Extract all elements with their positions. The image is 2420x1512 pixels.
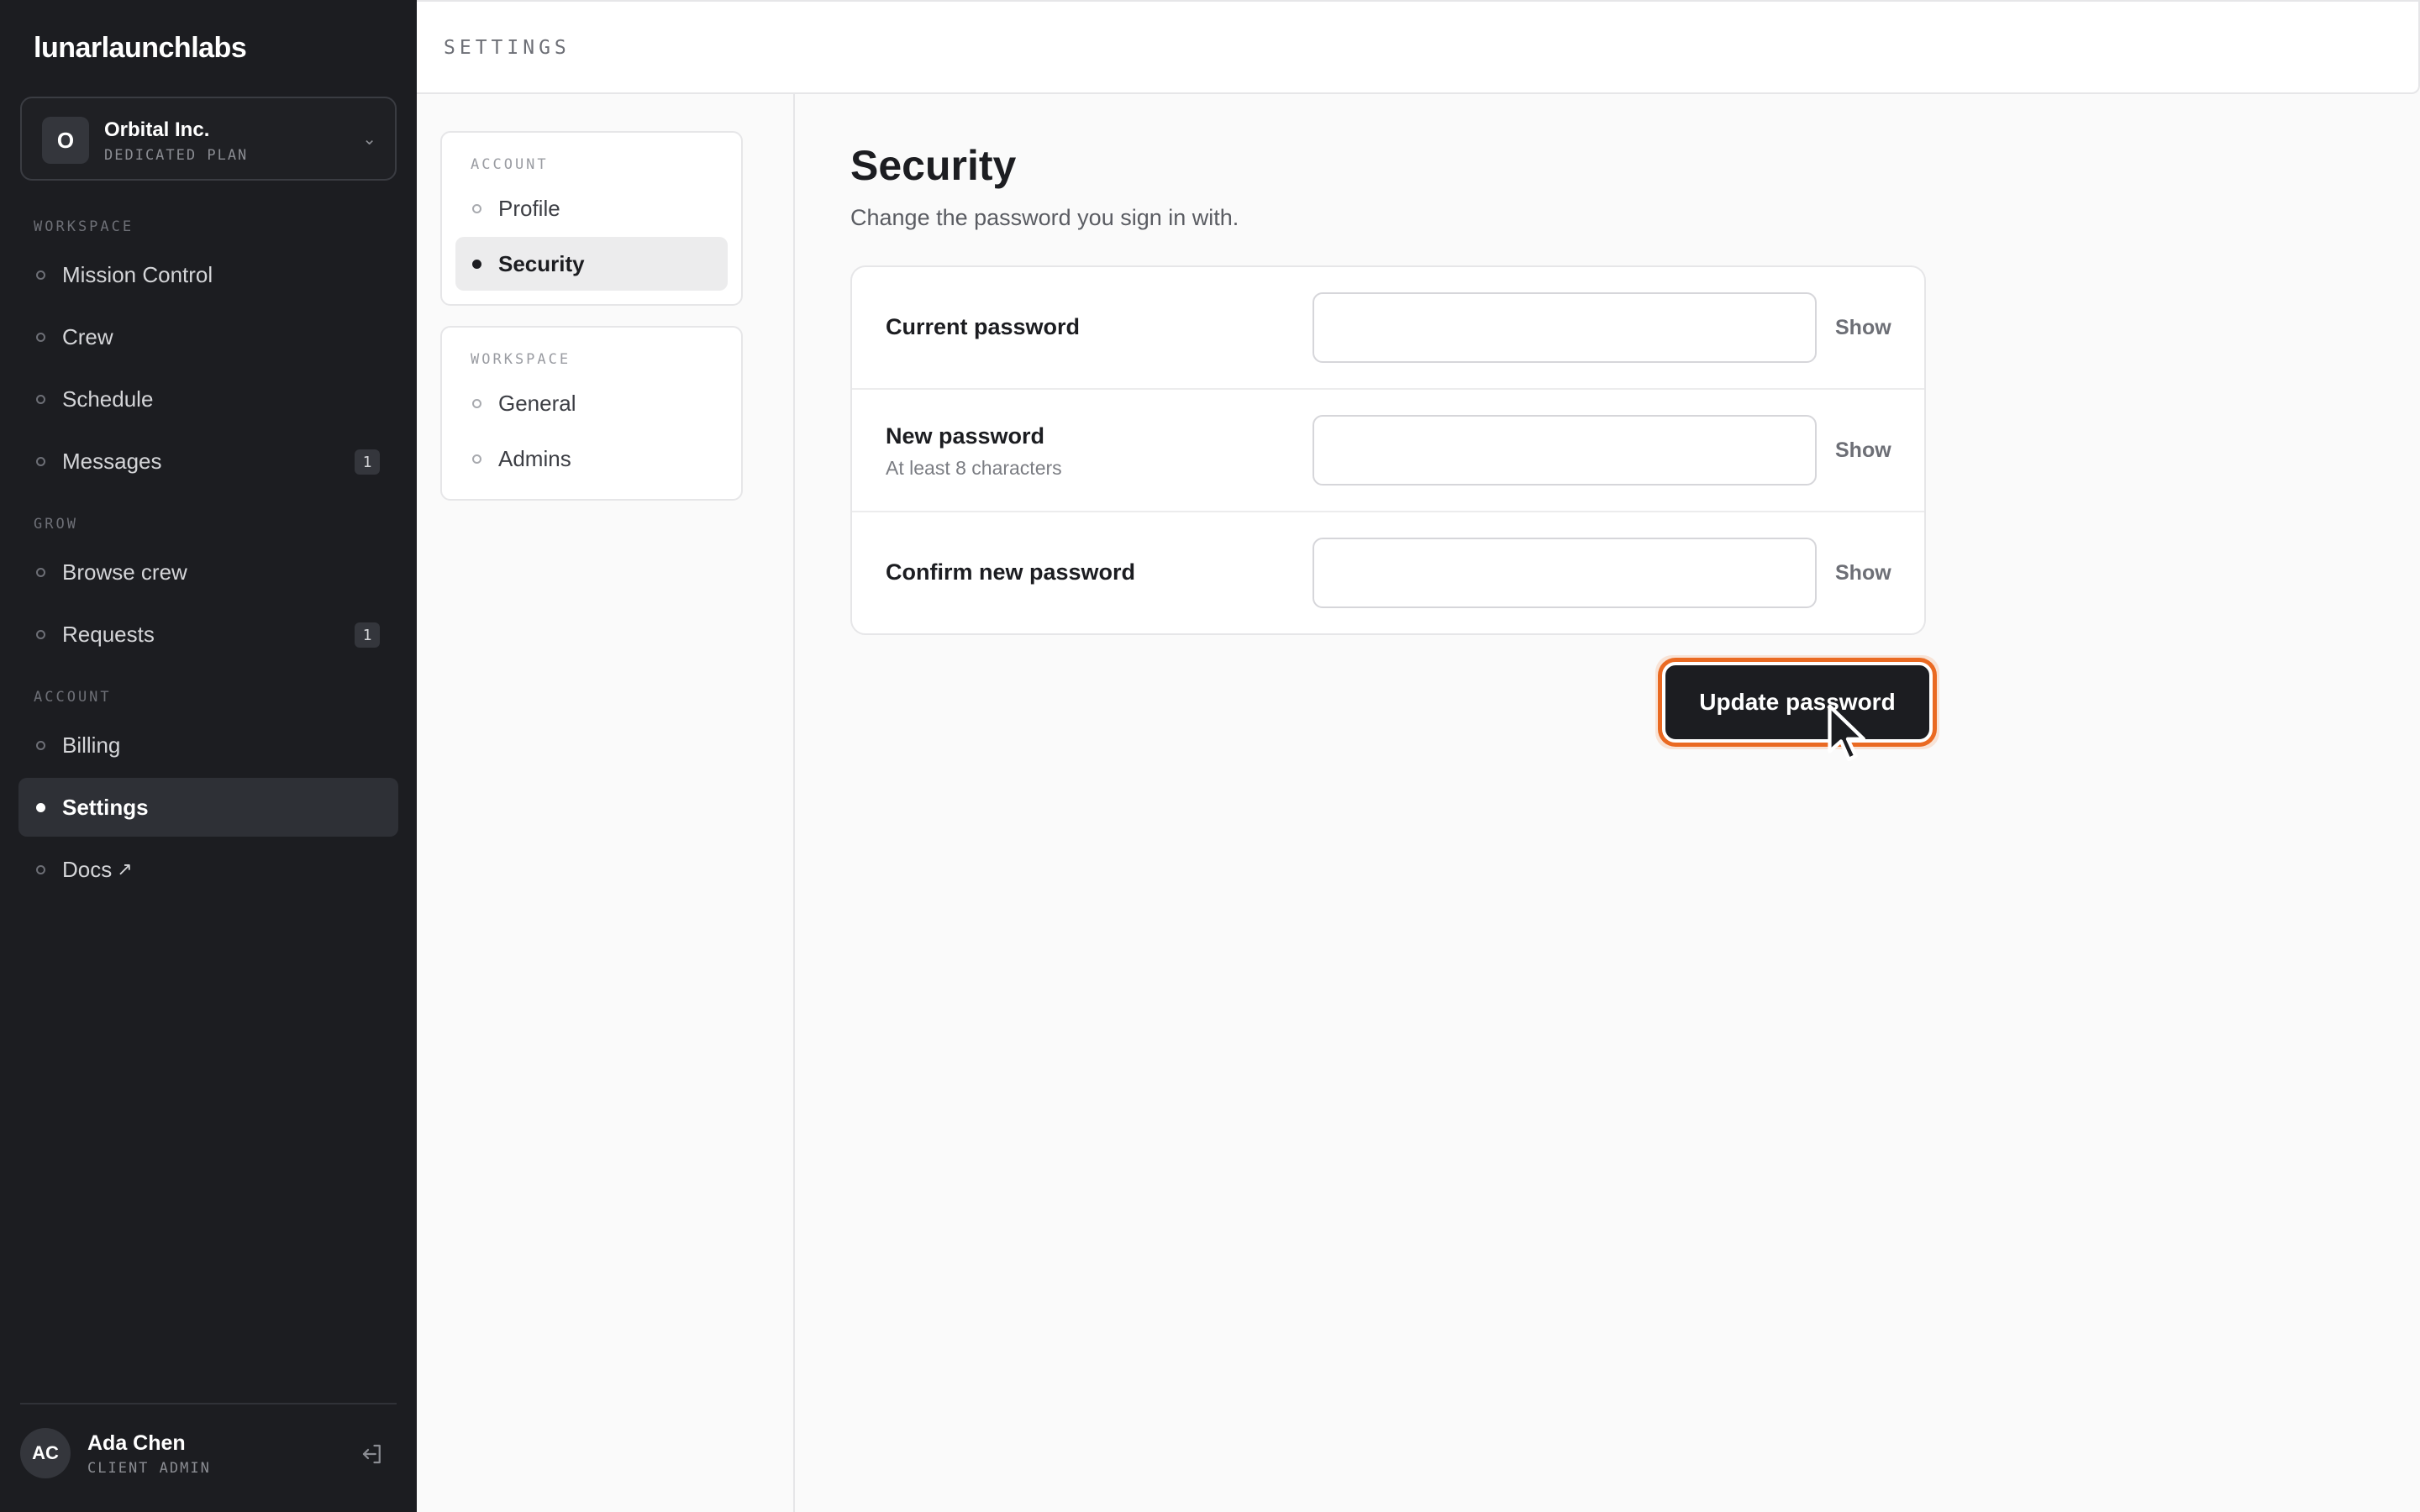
subnav-item-label: Admins (498, 445, 571, 471)
update-password-focus-ring: Update password (1655, 655, 1939, 749)
sidebar-item-mission-control[interactable]: Mission Control (18, 245, 398, 304)
org-avatar: O (42, 117, 89, 164)
show-new-password-button[interactable]: Show (1835, 438, 1891, 463)
user-role: CLIENT ADMIN (87, 1460, 211, 1477)
logout-icon[interactable] (360, 1441, 385, 1467)
circle-icon (36, 740, 45, 750)
sidebar-item-label: Billing (62, 732, 121, 758)
sidebar-item-crew[interactable]: Crew (18, 307, 398, 366)
user-name: Ada Chen (87, 1431, 186, 1455)
circle-icon (36, 567, 45, 577)
circle-icon (36, 629, 45, 639)
active-dot-icon (36, 802, 45, 812)
field-label: Current password (886, 314, 1081, 339)
subnav-item-profile[interactable]: Profile (455, 181, 728, 235)
current-password-field[interactable] (1313, 292, 1817, 363)
page-title: Security (850, 142, 1017, 189)
circle-icon (36, 270, 45, 280)
sidebar-item-settings[interactable]: Settings (18, 778, 398, 837)
show-current-password-button[interactable]: Show (1835, 316, 1891, 340)
subnav-item-label: Security (498, 250, 585, 276)
subnav-workspace-group: WORKSPACE General Admins (440, 326, 743, 501)
mouse-pointer-icon (1828, 704, 1865, 762)
sidebar-item-label: Schedule (62, 386, 154, 412)
sidebar-item-label: Crew (62, 323, 113, 349)
nav-section-account: ACCOUNT (34, 689, 112, 706)
sidebar-item-requests[interactable]: Requests 1 (18, 605, 398, 664)
sidebar-item-label: Settings (62, 794, 149, 820)
circle-icon (36, 394, 45, 404)
sidebar-item-label: Browse crew (62, 559, 187, 585)
subnav-item-label: Profile (498, 195, 560, 221)
unread-badge: 1 (355, 449, 380, 475)
circle-icon (472, 398, 481, 408)
field-label: New password (886, 423, 1045, 449)
sidebar: lunarlaunchlabs O Orbital Inc. DEDICATED… (0, 0, 417, 1512)
new-password-field[interactable] (1313, 415, 1817, 486)
confirm-password-row: Confirm new password Show (852, 512, 1924, 635)
page-breadcrumb: SETTINGS (444, 37, 571, 59)
chevron-down-icon: ⌄ (362, 130, 376, 149)
sidebar-item-label: Mission Control (62, 261, 213, 287)
sidebar-item-messages[interactable]: Messages 1 (18, 432, 398, 491)
sidebar-item-schedule[interactable]: Schedule (18, 370, 398, 428)
show-confirm-password-button[interactable]: Show (1835, 561, 1891, 585)
subnav-account-group: ACCOUNT Profile Security (440, 131, 743, 306)
password-form: Current password Show New password At le… (850, 265, 1926, 635)
page-subtitle: Change the password you sign in with. (850, 205, 1239, 230)
subnav-item-admins[interactable]: Admins (455, 432, 728, 486)
sidebar-item-label: Docs (62, 856, 113, 882)
sidebar-item-browse-crew[interactable]: Browse crew (18, 543, 398, 601)
update-password-button[interactable]: Update password (1662, 662, 1933, 743)
sidebar-item-label: Requests (62, 621, 155, 647)
app-logo[interactable]: lunarlaunchlabs (34, 32, 247, 65)
subnav-item-label: General (498, 390, 576, 416)
sidebar-item-docs[interactable]: Docs ↗ (18, 840, 398, 899)
subnav-item-general[interactable]: General (455, 376, 728, 430)
sidebar-item-billing[interactable]: Billing (18, 716, 398, 774)
sidebar-item-label: Messages (62, 448, 162, 474)
nav-section-grow: GROW (34, 516, 78, 533)
new-password-row: New password At least 8 characters Show (852, 390, 1924, 512)
field-label: Confirm new password (886, 559, 1136, 585)
requests-badge: 1 (355, 622, 380, 648)
circle-icon (36, 864, 45, 874)
top-bar: SETTINGS (417, 0, 2420, 94)
org-plan: DEDICATED PLAN (104, 147, 249, 164)
subnav-item-security[interactable]: Security (455, 237, 728, 291)
field-hint: At least 8 characters (886, 457, 1062, 479)
circle-icon (36, 456, 45, 466)
org-name: Orbital Inc. (104, 118, 210, 141)
subnav-divider (793, 94, 795, 1512)
circle-icon (36, 332, 45, 342)
active-dot-icon (472, 259, 481, 269)
nav-section-workspace: WORKSPACE (34, 218, 134, 235)
avatar[interactable]: AC (20, 1428, 71, 1478)
subnav-heading: ACCOUNT (471, 156, 549, 173)
sidebar-divider (20, 1403, 397, 1404)
subnav-heading: WORKSPACE (471, 351, 571, 368)
circle-icon (472, 203, 481, 213)
current-password-row: Current password Show (852, 267, 1924, 390)
circle-icon (472, 454, 481, 464)
external-link-icon: ↗ (117, 858, 133, 879)
org-switcher[interactable]: O Orbital Inc. DEDICATED PLAN ⌄ (20, 97, 397, 181)
confirm-password-field[interactable] (1313, 538, 1817, 608)
